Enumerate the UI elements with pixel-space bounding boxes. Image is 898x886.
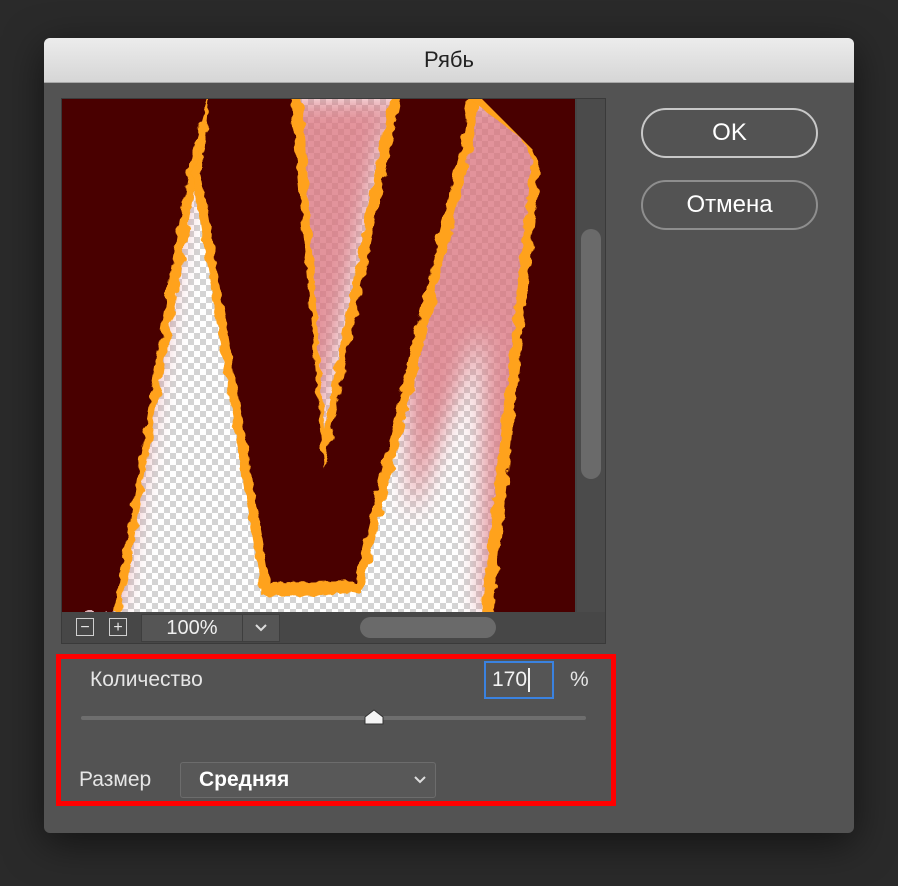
cancel-button[interactable]: Отмена xyxy=(641,180,818,230)
preview-panel: − + 100% xyxy=(61,98,606,644)
size-select[interactable]: Средняя xyxy=(180,762,436,798)
size-label: Размер xyxy=(79,768,152,791)
amount-input[interactable]: 170 xyxy=(484,661,554,699)
horizontal-scroll-thumb[interactable] xyxy=(360,617,496,638)
preview-toolbar: − + 100% xyxy=(62,612,605,643)
minus-icon: − xyxy=(80,619,90,636)
zoom-in-button[interactable]: + xyxy=(109,618,127,636)
amount-slider[interactable] xyxy=(81,709,586,725)
ok-button[interactable]: OK xyxy=(641,108,818,158)
plus-icon: + xyxy=(113,619,123,636)
preview-vertical-scrollbar[interactable] xyxy=(577,99,605,612)
text-caret xyxy=(528,668,531,693)
vertical-scroll-thumb[interactable] xyxy=(581,229,601,479)
preview-canvas[interactable] xyxy=(62,99,575,612)
ripple-filter-dialog: Рябь − + 100% OK Отмена Количество 170 %… xyxy=(44,38,854,833)
zoom-level-field[interactable]: 100% xyxy=(141,614,243,642)
dialog-titlebar[interactable]: Рябь xyxy=(44,38,854,83)
chevron-down-icon xyxy=(414,776,426,784)
amount-label: Количество xyxy=(90,668,203,691)
slider-thumb-icon[interactable] xyxy=(364,709,384,725)
zoom-dropdown-button[interactable] xyxy=(242,614,280,642)
preview-image xyxy=(62,99,575,612)
amount-value: 170 xyxy=(492,668,528,691)
amount-unit: % xyxy=(570,668,589,691)
size-selected-value: Средняя xyxy=(199,768,290,791)
zoom-out-button[interactable]: − xyxy=(76,618,94,636)
dialog-title: Рябь xyxy=(424,47,474,72)
chevron-down-icon xyxy=(255,624,267,632)
